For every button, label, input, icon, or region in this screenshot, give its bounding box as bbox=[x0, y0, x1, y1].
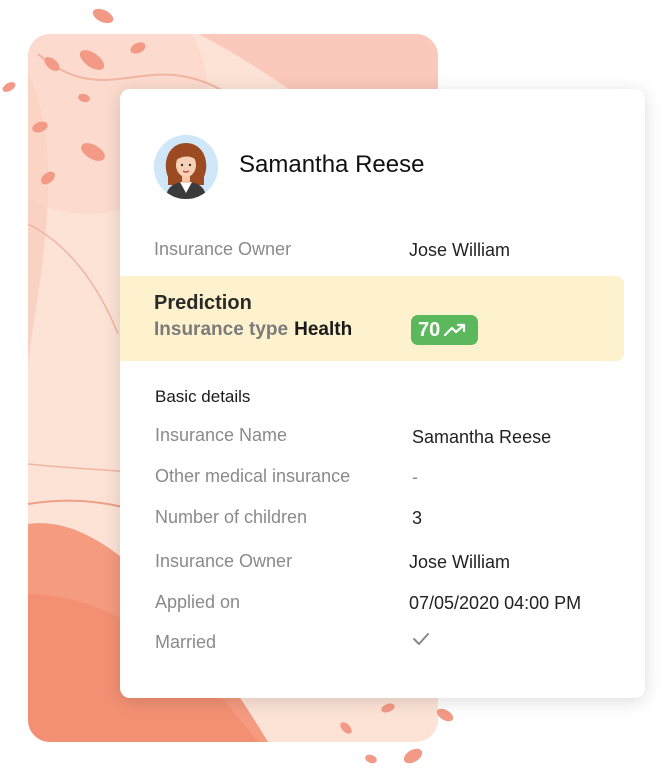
basic-details-title: Basic details bbox=[155, 387, 251, 406]
insurance-type-label: Insurance type bbox=[154, 319, 289, 340]
prediction-title: Prediction bbox=[154, 292, 252, 314]
prediction-score-badge: 70 bbox=[411, 315, 478, 345]
other-medical-insurance-label: Other medical insurance bbox=[155, 466, 351, 486]
married-label: Married bbox=[155, 632, 217, 652]
other-medical-insurance-value: - bbox=[412, 467, 418, 487]
insurance-owner-value: Jose William bbox=[409, 240, 511, 260]
prediction-score: 70 bbox=[418, 318, 441, 341]
trending-up-icon bbox=[444, 323, 466, 337]
insurance-name-value: Samantha Reese bbox=[412, 427, 552, 447]
customer-detail-card: Samantha Reese Insurance Owner Jose Will… bbox=[120, 89, 645, 698]
basic-insurance-owner-label: Insurance Owner bbox=[155, 551, 293, 571]
insurance-type-line: Insurance type Health bbox=[154, 319, 352, 341]
insurance-name-label: Insurance Name bbox=[155, 425, 288, 445]
applied-on-value: 07/05/2020 04:00 PM bbox=[409, 593, 582, 613]
basic-insurance-owner-value: Jose William bbox=[409, 552, 511, 572]
customer-name: Samantha Reese bbox=[239, 151, 425, 178]
checkmark-icon bbox=[413, 633, 429, 645]
number-of-children-value: 3 bbox=[412, 508, 423, 528]
prediction-panel: Prediction Insurance type Health 70 bbox=[120, 276, 624, 361]
number-of-children-label: Number of children bbox=[155, 507, 308, 527]
insurance-type-value: Health bbox=[294, 319, 353, 340]
insurance-owner-label: Insurance Owner bbox=[154, 239, 292, 259]
avatar bbox=[154, 135, 218, 199]
applied-on-label: Applied on bbox=[155, 592, 241, 612]
